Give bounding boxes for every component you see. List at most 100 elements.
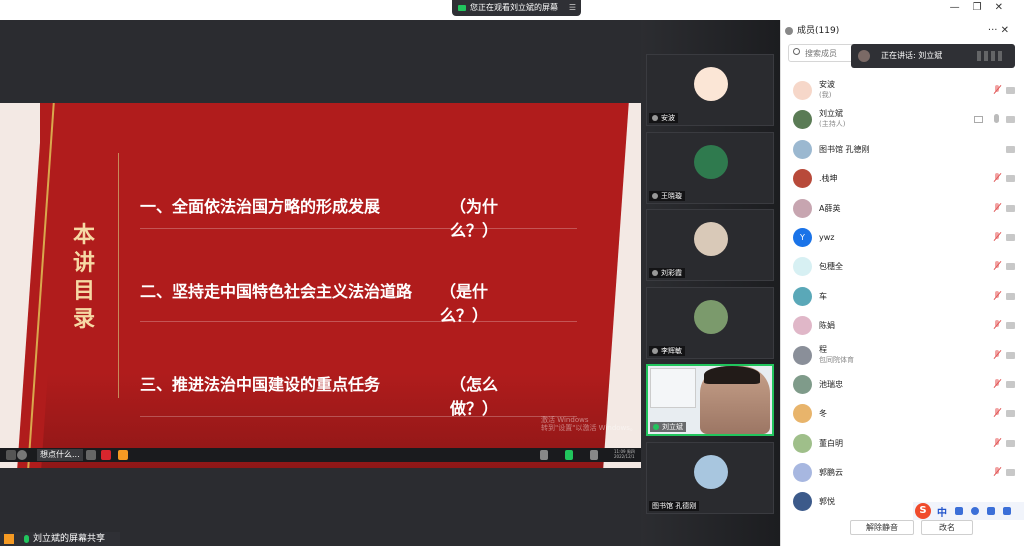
camera-icon[interactable]: [1006, 380, 1015, 388]
mic-icon[interactable]: [994, 114, 999, 124]
member-row[interactable]: 图书馆 孔德刚: [781, 135, 1017, 164]
member-row[interactable]: 包穗全: [781, 252, 1017, 281]
activation-watermark: 激活 Windows 转到"设置"以激活 Windows。: [541, 416, 637, 432]
video-tile[interactable]: 图书馆 孔德刚: [646, 442, 774, 514]
member-row[interactable]: A薛英: [781, 194, 1017, 223]
minimize-button[interactable]: —: [950, 2, 973, 13]
avatar: [694, 455, 728, 489]
avatar: [793, 345, 812, 365]
mic-muted-icon[interactable]: [993, 202, 1001, 213]
member-row[interactable]: 董白明: [781, 429, 1017, 458]
user-icon: [4, 533, 14, 544]
mic-muted-icon[interactable]: [993, 290, 1001, 301]
restore-button[interactable]: ❐: [973, 2, 995, 13]
avatar: [793, 139, 812, 159]
camera-icon[interactable]: [1006, 116, 1015, 124]
camera-icon[interactable]: [1006, 204, 1015, 212]
camera-icon[interactable]: [1006, 233, 1015, 241]
mic-muted-icon[interactable]: [993, 349, 1001, 360]
camera-icon[interactable]: [1006, 322, 1015, 330]
app-icon: [118, 450, 128, 460]
mic-muted-icon[interactable]: [993, 85, 1001, 95]
mic-muted-icon[interactable]: [993, 408, 1001, 418]
mic-icon: [652, 193, 658, 199]
panel-controls[interactable]: ··· ✕: [988, 20, 1009, 42]
screen-share-label[interactable]: 刘立斌的屏幕共享: [0, 532, 120, 546]
audio-level-icon: [977, 51, 1005, 61]
shared-screen-stage: 本讲目录 一、全面依法治国方略的形成发展 （为什么？） 二、坚持走中国特色社会主…: [0, 20, 641, 546]
tray-icon: [565, 450, 573, 460]
skin-icon[interactable]: [1003, 507, 1011, 515]
slide-vertical-title: 本讲目录: [72, 222, 95, 332]
screen-share-badge[interactable]: 您正在观看刘立斌的屏幕 ☰: [452, 0, 581, 16]
mic-muted-icon[interactable]: [993, 467, 1001, 477]
speaker-avatar: [858, 50, 870, 62]
avatar: [694, 67, 728, 101]
rename-button[interactable]: 改名: [921, 520, 973, 535]
mic-muted-icon[interactable]: [993, 173, 1001, 183]
avatar: [793, 374, 812, 394]
menu-icon[interactable]: ☰: [569, 0, 576, 16]
member-row[interactable]: .栈坤: [781, 164, 1017, 193]
camera-icon[interactable]: [1006, 351, 1015, 359]
mic-icon: [652, 348, 658, 354]
mic-icon: [24, 534, 29, 543]
camera-icon[interactable]: [1006, 439, 1015, 447]
mic-muted-icon[interactable]: [993, 231, 1001, 242]
member-row[interactable]: 池瑞忠: [781, 370, 1017, 399]
member-row[interactable]: 安波 (我): [781, 76, 1017, 105]
slide-item-2: 二、坚持走中国特色社会主义法治道路 （是什么？）: [140, 282, 489, 325]
video-tile[interactable]: 安波: [646, 54, 774, 126]
avatar: [694, 145, 728, 179]
background-window: [650, 368, 696, 408]
tray-icon: [590, 450, 598, 460]
voice-icon[interactable]: [971, 507, 979, 515]
avatar: [793, 404, 812, 424]
camera-icon[interactable]: [1006, 87, 1015, 94]
camera-icon[interactable]: [1006, 292, 1015, 300]
ime-mode-label[interactable]: 中: [937, 504, 947, 519]
slide-item-3: 三、推进法治中国建设的重点任务 （怎么做？）: [140, 375, 499, 418]
close-button[interactable]: ✕: [995, 2, 1016, 13]
app-icon: [86, 450, 96, 460]
unmute-all-button[interactable]: 解除静音: [850, 520, 914, 535]
camera-icon[interactable]: [1006, 410, 1015, 418]
member-row[interactable]: 郭鹏云: [781, 458, 1017, 487]
avatar: [793, 169, 812, 189]
mic-muted-icon[interactable]: [993, 320, 1001, 330]
sogou-ime-icon[interactable]: S: [915, 503, 931, 519]
camera-icon[interactable]: [1006, 175, 1015, 183]
avatar: [694, 300, 728, 334]
slide-divider: [140, 228, 577, 229]
taskbar-clock: 11:09 周四 2022/12/1: [614, 449, 635, 459]
camera-icon[interactable]: [1006, 145, 1015, 153]
member-row[interactable]: 冬: [781, 399, 1017, 428]
screen-share-icon: [974, 116, 983, 124]
member-row[interactable]: 陈娟: [781, 311, 1017, 340]
member-row[interactable]: 车: [781, 282, 1017, 311]
member-row[interactable]: Y ywz: [781, 223, 1017, 252]
window-titlebar: 您正在观看刘立斌的屏幕 ☰ —❐✕: [0, 0, 1024, 20]
member-row[interactable]: 程 包同院体育: [781, 341, 1017, 370]
mic-muted-icon[interactable]: [993, 261, 1001, 271]
video-tiles-column: 安波 王晓璇 刘彩霞 李辉敏 刘立斌 图书馆 孔德刚: [641, 20, 780, 546]
video-tile[interactable]: 王晓璇: [646, 132, 774, 204]
mic-muted-icon[interactable]: [993, 378, 1001, 389]
avatar: [793, 463, 812, 483]
avatar: [793, 198, 812, 218]
wps-icon: [101, 450, 111, 460]
camera-icon[interactable]: [1006, 263, 1015, 271]
video-tile-active-speaker[interactable]: 刘立斌: [646, 364, 774, 436]
video-tile[interactable]: 刘彩霞: [646, 209, 774, 281]
video-tile[interactable]: 李辉敏: [646, 287, 774, 359]
window-controls[interactable]: —❐✕: [950, 2, 1016, 13]
keyboard-icon[interactable]: [987, 507, 995, 515]
ime-toolbar[interactable]: S 中: [913, 502, 1024, 520]
mic-muted-icon[interactable]: [993, 437, 1001, 448]
avatar: [793, 81, 812, 100]
camera-icon[interactable]: [1006, 469, 1015, 477]
speaking-indicator: 正在讲话: 刘立斌: [851, 44, 1015, 68]
member-row[interactable]: 刘立斌 (主持人): [781, 105, 1017, 134]
punctuation-icon[interactable]: [955, 507, 963, 515]
members-header: 成员(119) ··· ✕: [781, 20, 1024, 42]
